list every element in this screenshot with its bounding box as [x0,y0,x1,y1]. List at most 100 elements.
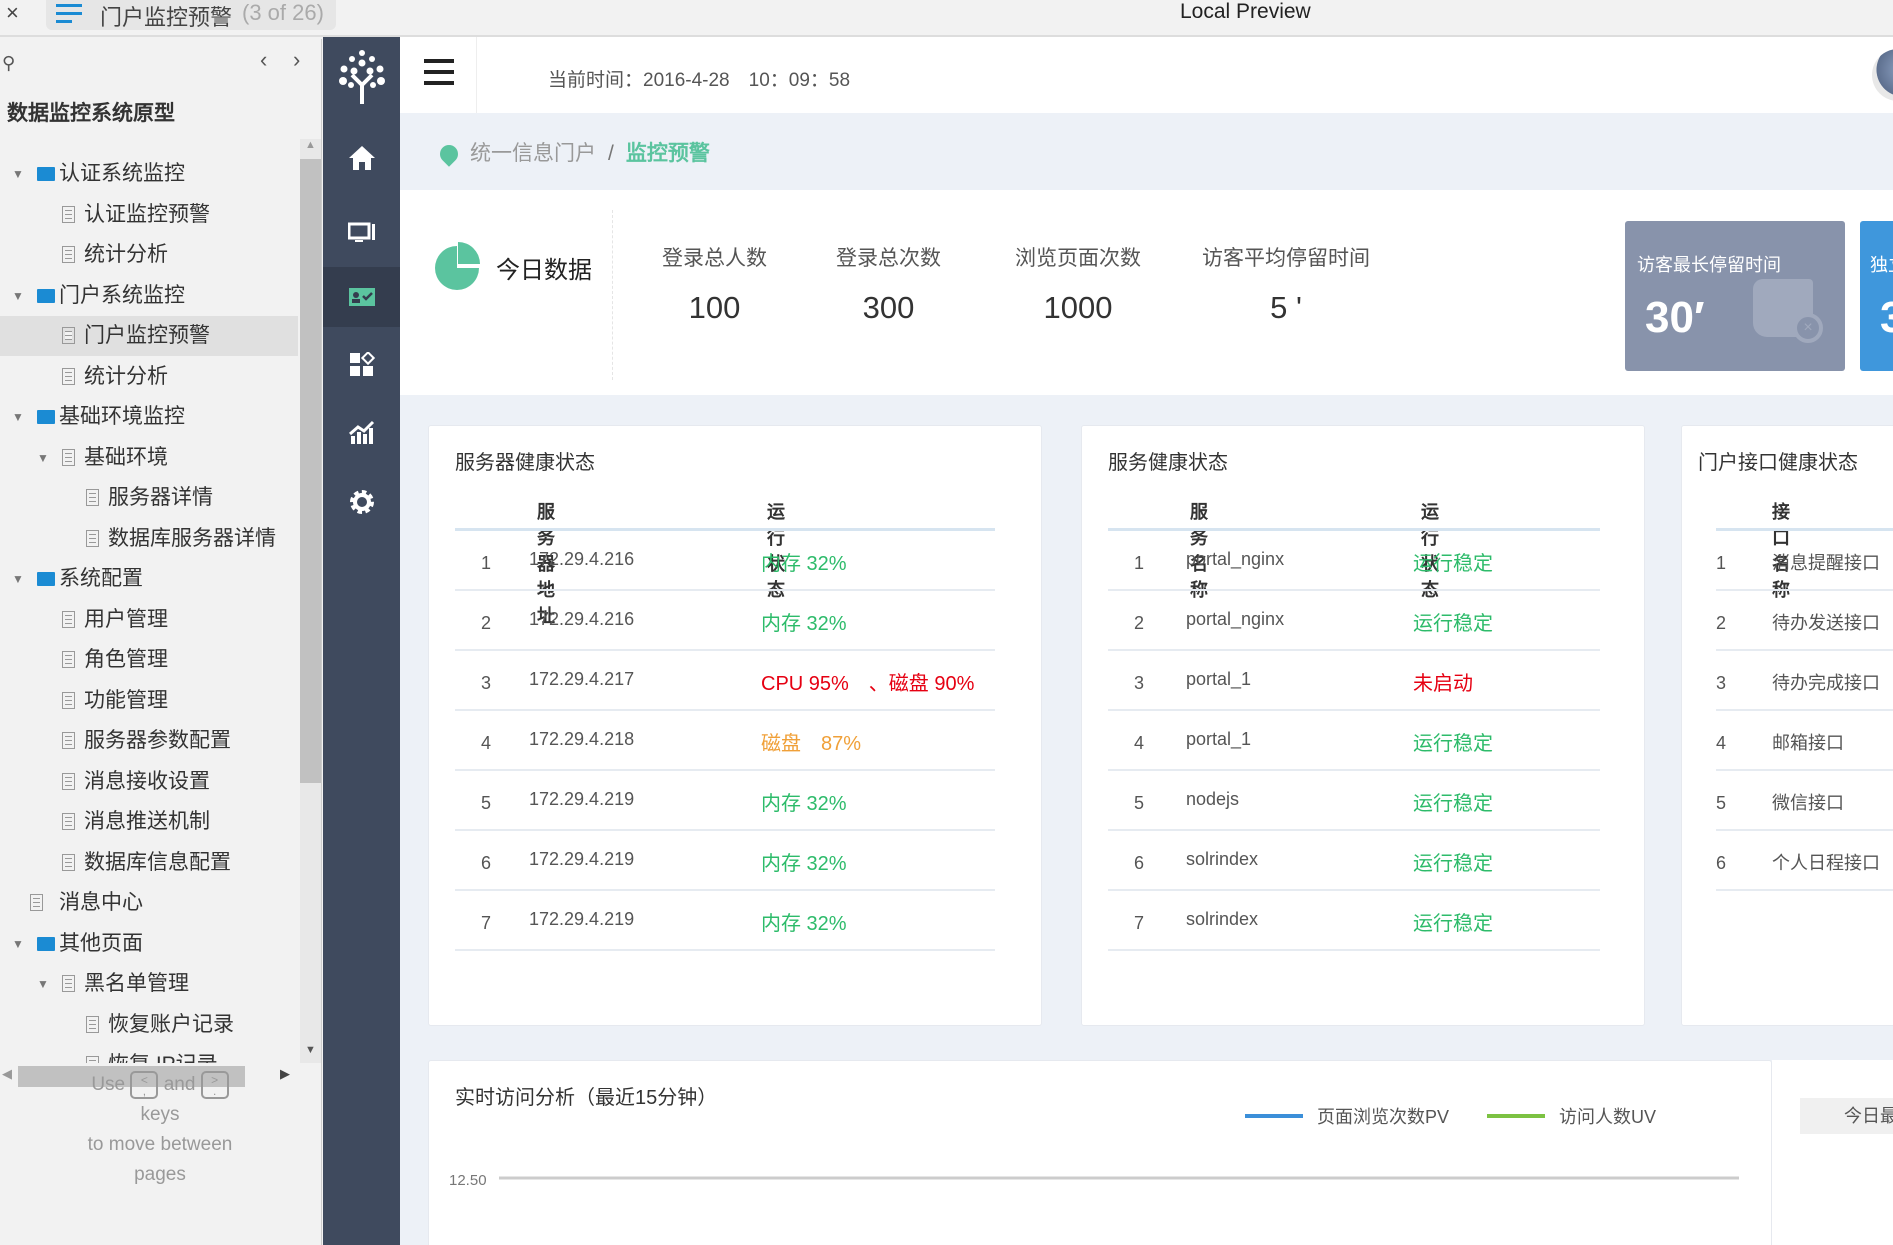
page-icon [62,853,75,871]
cell-status: 内存 32% [761,553,847,575]
tab-title: 门户监控预警 [100,5,233,30]
table-row: 4 172.29.4.218 磁盘 87% [455,711,995,771]
nav-settings[interactable] [323,472,400,532]
next-page-button[interactable]: › [293,47,300,73]
table-row: 1 portal_nginx 运行稳定 [1108,531,1600,591]
scroll-left-arrow-icon[interactable]: ◀ [2,1066,12,1082]
tree-item[interactable]: 功能管理 [0,681,298,721]
tree-item[interactable]: ▼ 其他页面 [0,924,298,964]
cell-name: 微信接口 [1772,793,1844,813]
page-icon [62,367,75,385]
today-data-panel: 今日数据 登录总人数 100 登录总次数 300 浏览页面次数 1000 访客平均停留… [400,190,1893,395]
page-icon [86,1015,99,1033]
table-row: 3 portal_1 未启动 [1108,651,1600,711]
close-button[interactable]: × [6,0,19,26]
tree-item[interactable]: 服务器详情 [0,478,298,518]
stat-value: 300 [862,290,915,325]
hamburger-menu-icon[interactable] [424,59,454,87]
stat-label: 登录总次数 [836,247,941,270]
tree-item-label: 基础环境监控 [59,405,185,428]
nav-monitor[interactable] [323,203,400,263]
expand-arrow-icon[interactable]: ▼ [37,964,49,1004]
service-health-card: 服务健康状态 服务名称 运行状态 1 portal_nginx 运行稳定 2 porta… [1081,425,1645,1026]
tree-item-label: 统计分析 [84,243,168,266]
nav-statistics[interactable] [323,402,400,462]
tree-item[interactable]: 门户监控预警 [0,316,298,356]
nav-home[interactable] [323,128,400,188]
cell-name: 消息提醒接口 [1772,553,1880,573]
tree-item-label: 数据库服务器详情 [108,526,276,550]
page-tab[interactable]: 门户监控预警 (3 of 26) [46,0,336,30]
cell-addr: 172.29.4.216 [529,549,635,569]
expand-arrow-icon[interactable]: ▼ [12,924,24,964]
tree-item[interactable]: 认证监控预警 [0,195,298,235]
y-tick-label: 12.50 [449,1172,487,1189]
card-title: 门户接口健康状态 [1698,452,1858,474]
tree-item[interactable]: ▼ 认证系统监控 [0,154,298,194]
scroll-right-arrow-icon[interactable]: ▶ [280,1066,290,1082]
cell-name: solrindex [1186,849,1259,869]
search-icon[interactable]: ⚲ [2,53,15,74]
cell-n: 7 [481,913,492,933]
expand-arrow-icon[interactable]: ▼ [37,438,49,478]
realtime-visit-chart-card: 实时访问分析（最近15分钟） 页面浏览次数PV 访问人数UV 12.50 [428,1060,1772,1245]
cell-status: 内存 32% [761,853,847,875]
cell-addr: 172.29.4.219 [529,789,635,809]
scroll-down-arrow-icon[interactable]: ▼ [305,1044,316,1056]
cell-addr: 172.29.4.217 [529,669,635,689]
tree-item[interactable]: 数据库信息配置 [0,843,298,883]
monitor-icon [347,222,375,242]
nav-apps[interactable] [323,335,400,395]
cell-status: 磁盘 87% [761,733,862,755]
tree-item[interactable]: 角色管理 [0,640,298,680]
scrollbar-thumb[interactable] [300,159,321,783]
tree-item[interactable]: 统计分析 [0,235,298,275]
expand-arrow-icon[interactable]: ▼ [12,559,24,599]
expand-arrow-icon[interactable]: ▼ [12,276,24,316]
expand-arrow-icon[interactable]: ▼ [12,397,24,437]
tree-item[interactable]: ▼ 系统配置 [0,559,298,599]
folder-icon [37,936,55,951]
tree-item[interactable]: ▼ 门户系统监控 [0,276,298,316]
table-row: 4 portal_1 运行稳定 [1108,711,1600,771]
tree-item[interactable]: 数据库服务器详情 [0,519,298,559]
tree-item[interactable]: 消息中心 [0,883,298,923]
interface-health-card: 门户接口健康状态 接口名称 1 消息提醒接口 2 待办发送接口 3 待办完成接口 4 邮箱接口… [1681,425,1893,1026]
hint-text: and [163,1074,196,1095]
page-icon [62,205,75,223]
avatar[interactable] [1872,49,1893,101]
vertical-scrollbar[interactable]: ▲ ▼ [300,139,321,1063]
scroll-up-arrow-icon[interactable]: ▲ [305,139,316,151]
expand-arrow-icon[interactable]: ▼ [12,154,24,194]
tree-item[interactable]: ▼ 基础环境 [0,438,298,478]
page-icon [62,772,75,790]
tree-item[interactable]: ▼ 黑名单管理 [0,964,298,1004]
page-icon [62,691,75,709]
card-value: 3 [1880,293,1893,342]
cell-n: 3 [1134,673,1145,693]
tree-item[interactable]: 恢复 IP记录 [0,1045,298,1063]
tab-page-count: (3 of 26) [242,0,324,25]
breadcrumb-root[interactable]: 统一信息门户 [470,142,596,165]
cell-n: 2 [1716,613,1727,633]
tree-item[interactable]: 用户管理 [0,600,298,640]
cell-status: CPU 95% 、磁盘 90% [761,673,975,695]
cell-status: 内存 32% [761,613,847,635]
cell-name: portal_nginx [1186,549,1285,569]
prev-page-button[interactable]: ‹ [260,47,267,73]
tree-item[interactable]: 统计分析 [0,357,298,397]
page-tree: ▼ 认证系统监控 认证监控预警 统计分析 ▼ 门户系统监控 门户监控预警 统计分析 ▼ 基础环境监… [0,139,298,1063]
table-row: 7 172.29.4.219 内存 32% [455,891,995,951]
tree-item-label: 其他页面 [59,931,143,955]
cell-n: 5 [1134,793,1145,813]
today-tab[interactable]: 今日最 [1800,1098,1893,1134]
tree-item[interactable]: 消息接收设置 [0,762,298,802]
table-row: 4 邮箱接口 [1716,711,1893,771]
nav-monitoring-alert[interactable] [323,267,400,327]
tree-item[interactable]: 消息推送机制 [0,802,298,842]
tree-item[interactable]: ▼ 基础环境监控 [0,397,298,437]
table-row: 6 172.29.4.219 内存 32% [455,831,995,891]
tree-item[interactable]: 恢复账户记录 [0,1005,298,1045]
tree-item[interactable]: 服务器参数配置 [0,721,298,761]
table-row: 1 消息提醒接口 [1716,531,1893,591]
